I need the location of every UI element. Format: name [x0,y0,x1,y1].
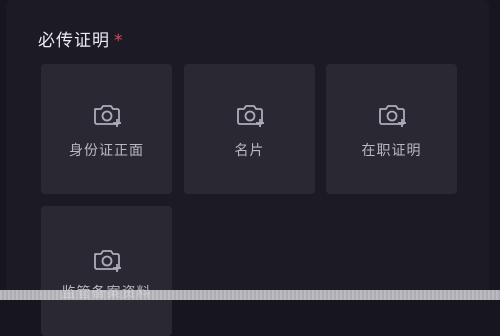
upload-tile-employment-proof[interactable]: 在职证明 [326,64,457,194]
bottom-overlay-bar [0,290,500,300]
upload-tile-id-front[interactable]: 身份证正面 [41,64,172,194]
camera-plus-icon [92,247,122,273]
tile-label: 在职证明 [326,140,457,160]
camera-plus-icon [235,102,265,128]
camera-plus-icon [377,102,407,128]
required-mark: * [114,31,124,51]
camera-plus-icon [92,102,122,128]
upload-tile-business-card[interactable]: 名片 [184,64,315,194]
tile-label: 身份证正面 [41,140,172,160]
section-title-text: 必传证明 [38,31,110,51]
section-title: 必传证明* [38,26,124,51]
upload-tile-regulatory-filing[interactable]: 监管备案资料 [41,206,172,336]
tile-label: 名片 [184,140,315,160]
